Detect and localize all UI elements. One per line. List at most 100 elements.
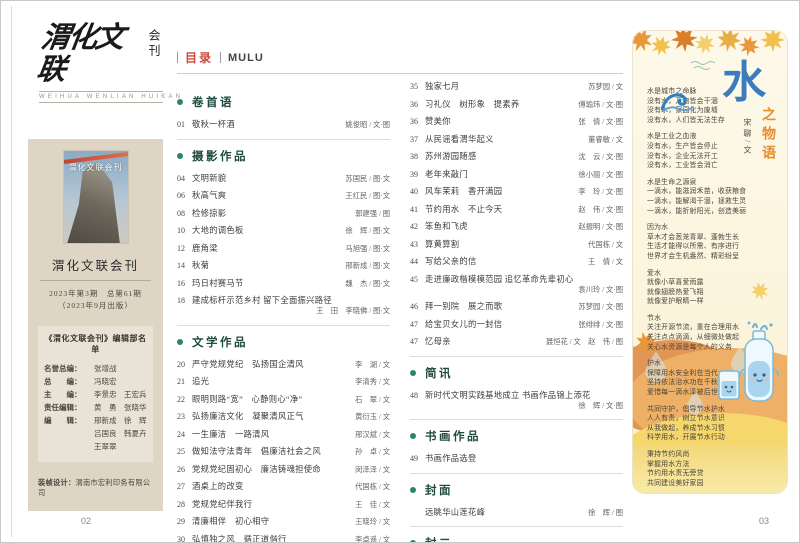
toc-entry-number: 12 xyxy=(177,244,192,253)
toc-entry-number: 45 xyxy=(410,275,425,284)
editorial-board-card: 《渭化文联会刊》编辑部名单 名誉总编：张增战总 编：冯晓宏主 编：李景忠 王宏兵… xyxy=(38,326,153,462)
toc-entry: 47给宝贝女儿的一封信张绯绯 / 文·图 xyxy=(410,318,623,330)
toc-entry-number: 42 xyxy=(410,222,425,231)
toc-entry-author: 张 倩 / 文·图 xyxy=(578,117,623,127)
toc-entry-author: 傅瑜玮 / 文·图 xyxy=(578,100,623,110)
toc-entry-author: 苏梦园 / 文 xyxy=(588,82,623,92)
toc-entry: 48新时代文明实践基地成立 书画作品锦上添花徐 辉 / 文·图 xyxy=(410,389,623,411)
toc-entry-author: 张绯绯 / 文·图 xyxy=(578,320,623,330)
toc-entry: 01敬秋一杯酒姚俊昭 / 文·图 xyxy=(177,118,390,130)
toc-entry-title: 节约用水 不止今天 xyxy=(425,203,507,215)
table-of-contents: 目录 MULU 卷首语01敬秋一杯酒姚俊昭 / 文·图摄影作品04文明新貌苏国民… xyxy=(177,49,623,543)
section-bullet-icon xyxy=(177,339,183,345)
toc-entry-author: 李卓遥 / 文 xyxy=(355,535,390,543)
toc-entry-number: 47 xyxy=(410,337,425,346)
cover-thumbnail: 渭化文联会刊 xyxy=(64,151,128,243)
editorial-role: 主 编： xyxy=(44,388,94,401)
toc-section: 封二佳作赏析郭建强 / 图 xyxy=(410,527,623,543)
toc-entry-author: 魏 杰 / 图·文 xyxy=(345,279,390,289)
toc-entry-author: 邢汉斌 / 文 xyxy=(355,430,390,440)
toc-entry-title: 给宝贝女儿的一封信 xyxy=(425,318,507,330)
toc-entry-author: 闵泽泽 / 文 xyxy=(355,465,390,475)
toc-entry-number: 27 xyxy=(177,482,192,491)
toc-entry: 38苏州游园随感沈 云 / 文·图 xyxy=(410,150,623,162)
toc-entry: 16玛日村赛马节魏 杰 / 图·文 xyxy=(177,277,390,289)
toc-entry-author: 孙 卓 / 文 xyxy=(355,447,390,457)
toc-entry-title: 写给父亲的信 xyxy=(425,255,482,267)
toc-entry: 28党规党纪伴我行王 佳 / 文 xyxy=(177,498,390,510)
toc-section-header: 文学作品 xyxy=(177,334,390,350)
editorial-board-row: 吕国良 韩夏卉 xyxy=(44,427,147,440)
toc-header: 目录 MULU xyxy=(177,49,623,74)
design-credit: 装帧设计：渭南市宏利印务有限公司 xyxy=(38,478,153,498)
toc-entry-author: 苏国民 / 图·文 xyxy=(345,174,390,184)
toc-entry-number: 41 xyxy=(410,205,425,214)
toc-entry-title: 玛日村赛马节 xyxy=(192,277,249,289)
toc-entry-title: 弘扬廉洁文化 凝聚清风正气 xyxy=(192,410,309,422)
toc-entry: 44写给父亲的信王 倩 / 文 xyxy=(410,255,623,267)
toc-entry-number: 23 xyxy=(177,412,192,421)
toc-entry-author: 郭建强 / 图 xyxy=(355,209,390,219)
toc-entry-title: 党规党纪固初心 廉洁铸魂担使命 xyxy=(192,463,326,475)
poem-line: 秉持节约风尚 xyxy=(647,450,751,460)
toc-entry: 远眺华山莲花峰徐 辉 / 图 xyxy=(410,506,623,518)
toc-entry-title: 做知法守法青年 倡廉洁社会之风 xyxy=(192,445,326,457)
toc-entry-author: 徐 辉 / 图 xyxy=(588,508,623,518)
toc-entry-author: 王 倩 / 文 xyxy=(588,257,623,267)
toc-entry: 04文明新貌苏国民 / 图·文 xyxy=(177,172,390,184)
toc-section-header: 封面 xyxy=(410,482,623,498)
editorial-board-row: 总 编：冯晓宏 xyxy=(44,375,147,388)
toc-entry: 39老年来敲门徐小丽 / 文·图 xyxy=(410,168,623,180)
toc-entry-number: 36 xyxy=(410,100,425,109)
masthead: 渭化文联 会刊 WEIHUA WENLIAN HUIKAN xyxy=(39,23,163,103)
toc-section: 封面远眺华山莲花峰徐 辉 / 图 xyxy=(410,474,623,528)
toc-title-cn: 目录 xyxy=(185,49,213,66)
toc-entry: 18建成标杆示范乡村 留下全面振兴路径王 田 李晓佛 / 图·文 xyxy=(177,294,390,316)
toc-entry: 24一生廉洁 一路清风邢汉斌 / 文 xyxy=(177,428,390,440)
issue-divider xyxy=(40,280,151,281)
toc-entry: 36赞美你张 倩 / 文·图 xyxy=(410,115,623,127)
toc-entry-number: 21 xyxy=(177,377,192,386)
toc-entry: 08检修掠影郭建强 / 图 xyxy=(177,207,390,219)
toc-entry-author: 董睿敏 / 文 xyxy=(588,135,623,145)
toc-entry-author: 李清秀 / 文 xyxy=(355,377,390,387)
editorial-names: 邢新成 徐 辉 xyxy=(94,414,147,427)
editorial-names: 李景忠 王宏兵 xyxy=(94,388,147,401)
toc-entry-title: 弘慎独之风 循正道偕行 xyxy=(192,533,292,543)
toc-section-title: 封二 xyxy=(425,535,453,543)
toc-entry-title: 苏州游园随感 xyxy=(425,150,482,162)
toc-entry: 26党规党纪固初心 廉洁铸魂担使命闵泽泽 / 文 xyxy=(177,463,390,475)
toc-section-title: 书画作品 xyxy=(425,428,481,444)
toc-entry-author: 王红民 / 图·文 xyxy=(345,191,390,201)
toc-entry-author: 徐 辉 / 图·文 xyxy=(345,226,390,236)
poem-line: 就像小草喜爱雨露 xyxy=(647,278,751,288)
toc-entry-number: 10 xyxy=(177,226,192,235)
toc-entry-title: 敬秋一杯酒 xyxy=(192,118,240,130)
editorial-names: 冯晓宏 xyxy=(94,375,147,388)
toc-entry-title: 老年来敲门 xyxy=(425,168,473,180)
editorial-role xyxy=(44,440,94,453)
toc-section-title: 文学作品 xyxy=(192,334,248,350)
toc-entry-title: 鹿角梁 xyxy=(192,242,223,254)
toc-entry: 49书画作品选登 xyxy=(410,452,623,464)
poem-line: 爱水 xyxy=(647,269,751,279)
toc-entry-author: 赵振明 / 文·图 xyxy=(578,222,623,232)
editorial-board-list: 名誉总编：张增战总 编：冯晓宏主 编：李景忠 王宏兵责任编辑：黄 勇 张晓华编 … xyxy=(44,362,147,453)
toc-entry-title: 拜一别院 展之而歌 xyxy=(425,300,507,312)
toc-entry-title: 一生廉洁 一路清风 xyxy=(192,428,274,440)
poem-line: 节约用水责无旁贷 xyxy=(647,469,751,479)
poem-line: 生活才能得以所需、有序进行 xyxy=(647,242,751,252)
toc-section-header: 书画作品 xyxy=(410,428,623,444)
water-glass-illustration xyxy=(719,371,739,399)
editorial-names: 黄 勇 张晓华 xyxy=(94,401,147,414)
toc-header-tick xyxy=(177,52,178,63)
toc-entry-title: 大地的调色板 xyxy=(192,224,249,236)
toc-entry-author: 黄衍玉 / 文 xyxy=(355,412,390,422)
editorial-names: 王翠翠 xyxy=(94,440,147,453)
section-bullet-icon xyxy=(410,487,416,493)
editorial-board-title: 《渭化文联会刊》编辑部名单 xyxy=(44,333,147,355)
toc-entry: 35独家七月苏梦园 / 文 xyxy=(410,80,623,92)
toc-entry-title: 秋高气爽 xyxy=(192,189,231,201)
water-panel-title: 水 宋聊/文 之物语 xyxy=(711,61,777,164)
toc-entry: 22眼明则路“宽” 心静则心“净”石 翠 / 文 xyxy=(177,393,390,405)
